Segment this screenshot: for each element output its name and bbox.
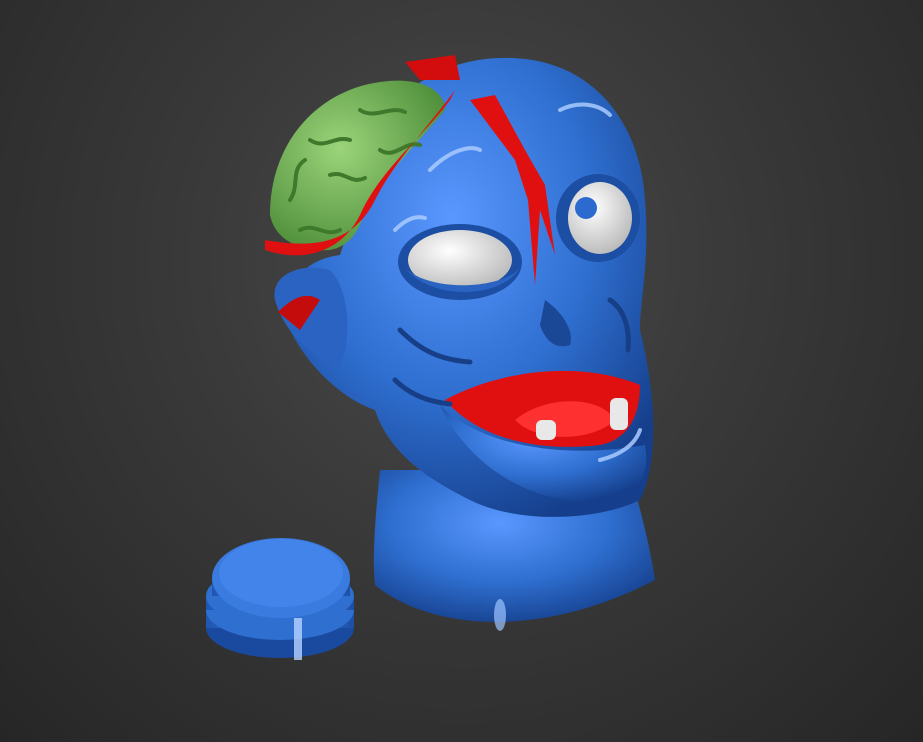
stacked-discs xyxy=(206,538,354,660)
zombie-scene xyxy=(206,55,655,660)
neck-highlight xyxy=(494,599,506,631)
3d-viewport[interactable]: ' ' xyxy=(0,0,923,742)
tooth-right xyxy=(610,398,628,430)
pupil-right xyxy=(575,197,597,219)
eye-right xyxy=(568,182,632,254)
disc-highlight xyxy=(294,618,302,660)
tooth-left xyxy=(536,420,556,440)
blood-top xyxy=(405,55,460,80)
